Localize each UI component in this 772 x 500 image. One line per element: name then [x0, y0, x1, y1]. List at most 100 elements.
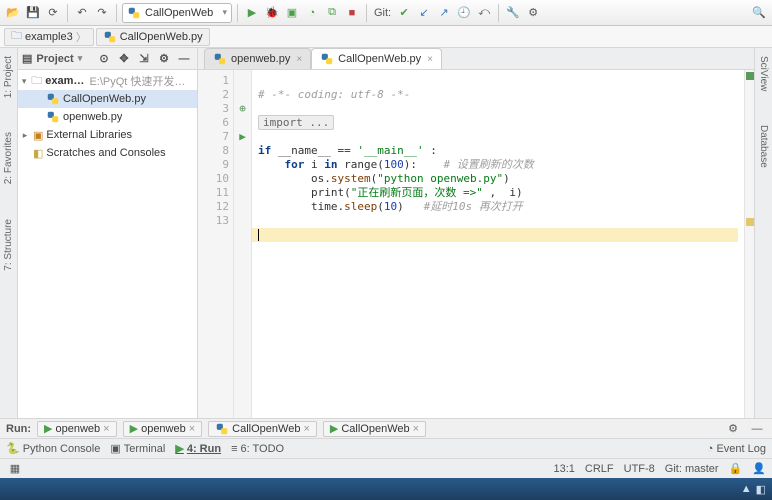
- inspector-icon[interactable]: 👤: [752, 462, 766, 475]
- run-coverage-icon[interactable]: ▣: [283, 4, 301, 22]
- hide-icon[interactable]: —: [748, 420, 766, 438]
- gear-icon[interactable]: ⚙: [724, 420, 742, 438]
- tab-favorites[interactable]: 2: Favorites: [1, 130, 16, 186]
- folded-region[interactable]: import ...: [258, 115, 334, 130]
- profile-icon[interactable]: ◔: [303, 4, 321, 22]
- git-pull-icon[interactable]: ↙: [415, 4, 433, 22]
- tree-node-label: External Libraries: [46, 129, 132, 141]
- run-config-selector[interactable]: CallOpenWeb ▾: [122, 3, 232, 23]
- breadcrumb-file[interactable]: CallOpenWeb.py: [96, 28, 210, 46]
- breadcrumb-folder-label: example3: [25, 31, 73, 43]
- tree-node-root[interactable]: ▾ 🗀 example3 E:\PyQt 快速开发与实战\P: [18, 72, 197, 90]
- tree-node-libs[interactable]: ▸ ▣ External Libraries: [18, 126, 197, 144]
- run-tool-header: Run: ▶openweb× ▶openweb× CallOpenWeb× ▶C…: [0, 418, 772, 438]
- close-icon[interactable]: ×: [427, 54, 433, 65]
- git-label: Git:: [374, 7, 391, 19]
- close-icon[interactable]: ×: [189, 423, 195, 435]
- tray-icon[interactable]: ◧: [756, 483, 766, 496]
- error-stripe[interactable]: [744, 70, 754, 418]
- left-tool-stripe: 1: Project 2: Favorites 7: Structure: [0, 48, 18, 418]
- tab-sciview[interactable]: SciView: [756, 54, 771, 93]
- chevron-down-icon[interactable]: ▾: [78, 53, 83, 64]
- undo-icon[interactable]: ↶: [73, 4, 91, 22]
- code-editor[interactable]: # -*- coding: utf-8 -*- import ... if __…: [252, 70, 744, 418]
- status-line-ending[interactable]: CRLF: [585, 463, 614, 475]
- tool-todo[interactable]: ≡6: TODO: [231, 443, 284, 455]
- project-view-icon: ▤: [22, 52, 32, 65]
- expand-icon[interactable]: ▸: [20, 130, 30, 141]
- tray-icon[interactable]: ▲: [741, 483, 752, 495]
- refresh-icon[interactable]: ⟳: [44, 4, 62, 22]
- tree-node-label: example3: [45, 75, 86, 87]
- tree-node-label: Scratches and Consoles: [46, 147, 165, 159]
- run-gutter-icon[interactable]: ▶: [234, 130, 251, 144]
- lock-icon[interactable]: 🔒: [729, 462, 743, 475]
- tool-run[interactable]: ▶4: Run: [175, 442, 221, 455]
- open-icon[interactable]: 📂: [4, 4, 22, 22]
- tool-event-log[interactable]: ◔Event Log: [707, 443, 766, 455]
- close-icon[interactable]: ×: [303, 423, 309, 435]
- run-tab[interactable]: CallOpenWeb×: [208, 421, 317, 437]
- editor-area: openweb.py × CallOpenWeb.py × 1 2 3: [198, 48, 754, 418]
- git-push-icon[interactable]: ↗: [435, 4, 453, 22]
- project-settings-icon[interactable]: ⊙: [95, 50, 113, 68]
- right-tool-stripe: SciView Database: [754, 48, 772, 418]
- run-ok-icon: ▶: [44, 422, 52, 435]
- concurrency-icon[interactable]: ⧉: [323, 4, 341, 22]
- status-git-branch[interactable]: Git: master: [665, 463, 719, 475]
- git-revert-icon[interactable]: ⤺: [475, 4, 493, 22]
- python-icon: [103, 30, 117, 44]
- save-all-icon[interactable]: 💾: [24, 4, 42, 22]
- hide-icon[interactable]: —: [175, 50, 193, 68]
- gear-icon[interactable]: ⚙: [155, 50, 173, 68]
- tree-node-file[interactable]: openweb.py: [18, 108, 197, 126]
- tab-database[interactable]: Database: [756, 123, 771, 170]
- project-tree[interactable]: ▾ 🗀 example3 E:\PyQt 快速开发与实战\P CallOpenW…: [18, 70, 197, 418]
- library-icon: ▣: [33, 129, 43, 142]
- folder-icon: 🗀: [31, 72, 42, 91]
- tree-node-scratches[interactable]: ◧ Scratches and Consoles: [18, 144, 197, 162]
- tool-terminal[interactable]: ▣Terminal: [110, 442, 165, 455]
- line-number-gutter[interactable]: 1 2 3 6 7 8 9 10 11 12 13: [198, 70, 234, 418]
- breadcrumb-folder[interactable]: 🗀 example3 〉: [4, 28, 94, 46]
- editor-tab[interactable]: CallOpenWeb.py ×: [311, 48, 442, 69]
- python-icon: [127, 6, 141, 20]
- status-bar: ▦ 13:1 CRLF UTF-8 Git: master 🔒 👤: [0, 458, 772, 478]
- git-history-icon[interactable]: 🕘: [455, 4, 473, 22]
- gutter-marks[interactable]: ⊕ ▶: [234, 70, 252, 418]
- python-icon: [46, 110, 60, 124]
- git-commit-icon[interactable]: ✔: [395, 4, 413, 22]
- status-encoding[interactable]: UTF-8: [624, 463, 655, 475]
- close-icon[interactable]: ×: [413, 423, 419, 435]
- scratch-icon: ◧: [33, 147, 43, 160]
- settings-icon[interactable]: ⚙: [524, 4, 542, 22]
- run-tab[interactable]: ▶openweb×: [123, 421, 203, 437]
- os-taskbar: ▲ ◧: [0, 478, 772, 500]
- tool-python-console[interactable]: 🐍Python Console: [6, 442, 100, 455]
- ide-scripting-icon[interactable]: 🔧: [504, 4, 522, 22]
- tab-structure[interactable]: 7: Structure: [1, 217, 16, 273]
- close-icon[interactable]: ×: [103, 423, 109, 435]
- python-icon: [215, 422, 229, 436]
- editor-tab[interactable]: openweb.py ×: [204, 48, 311, 69]
- tree-node-file[interactable]: CallOpenWeb.py: [18, 90, 197, 108]
- breadcrumb-file-label: CallOpenWeb.py: [120, 31, 203, 43]
- run-tab[interactable]: ▶openweb×: [37, 421, 117, 437]
- run-tab[interactable]: ▶CallOpenWeb×: [323, 421, 426, 437]
- stop-icon[interactable]: ■: [343, 4, 361, 22]
- event-log-icon: ◔: [707, 443, 714, 455]
- close-icon[interactable]: ×: [296, 54, 302, 65]
- run-icon[interactable]: ▶: [243, 4, 261, 22]
- expand-icon[interactable]: ▾: [20, 76, 28, 87]
- toggle-tool-windows-icon[interactable]: ▦: [6, 460, 24, 478]
- search-everywhere-icon[interactable]: 🔍: [750, 4, 768, 22]
- project-tool-window: ▤ Project ▾ ⊙ ✥ ⇲ ⚙ — ▾ 🗀 exampl: [18, 48, 198, 418]
- collapse-all-icon[interactable]: ⇲: [135, 50, 153, 68]
- scroll-from-source-icon[interactable]: ✥: [115, 50, 133, 68]
- main-toolbar: 📂 💾 ⟳ ↶ ↷ CallOpenWeb ▾ ▶ 🐞 ▣ ◔ ⧉ ■ Git:…: [0, 0, 772, 26]
- editor-tab-label: openweb.py: [231, 53, 290, 65]
- redo-icon[interactable]: ↷: [93, 4, 111, 22]
- status-caret-pos[interactable]: 13:1: [553, 463, 574, 475]
- debug-icon[interactable]: 🐞: [263, 4, 281, 22]
- tab-project[interactable]: 1: Project: [1, 54, 16, 100]
